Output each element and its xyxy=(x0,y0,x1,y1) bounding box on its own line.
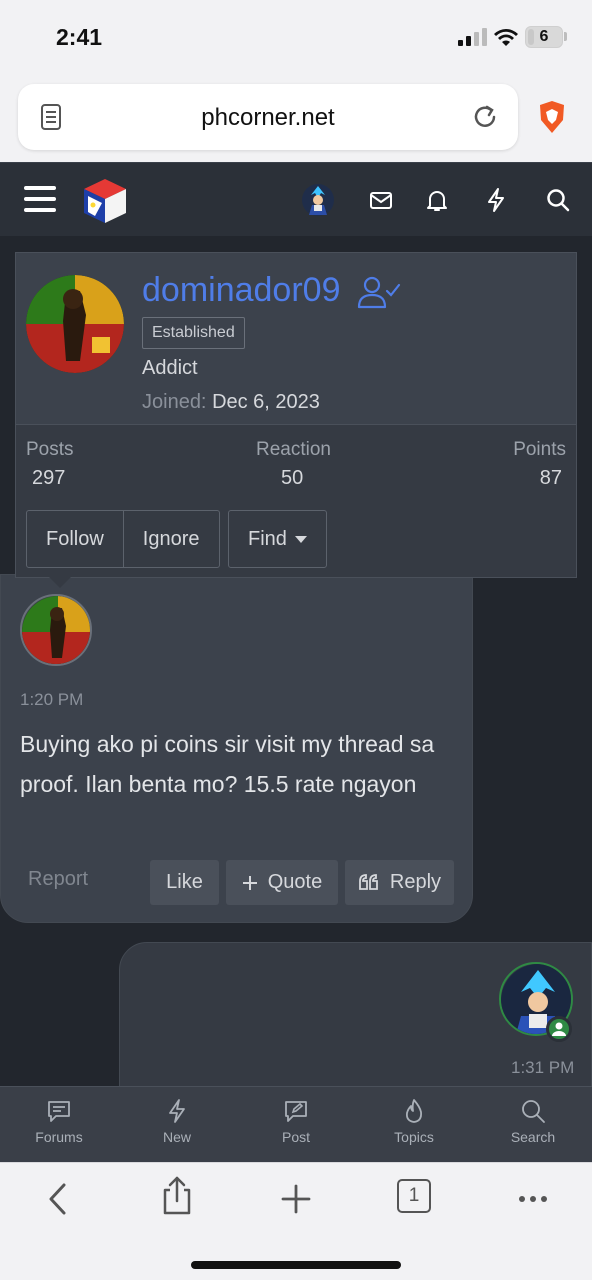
reply-button[interactable]: Reply xyxy=(345,860,454,905)
tabs-count: 1 xyxy=(408,1185,420,1206)
ignore-button[interactable]: Ignore xyxy=(122,511,219,567)
follow-ignore-group: Follow Ignore xyxy=(26,510,220,568)
member-username-link[interactable]: dominador09 xyxy=(142,271,340,310)
back-icon[interactable] xyxy=(41,1181,77,1217)
tab-new[interactable]: New xyxy=(118,1087,236,1163)
post-icon xyxy=(285,1101,307,1122)
find-label: Find xyxy=(248,528,287,550)
message-time: 1:31 PM xyxy=(511,1058,575,1077)
tab-topics[interactable]: Topics xyxy=(355,1087,473,1163)
like-label: Like xyxy=(166,871,203,893)
message-author-avatar[interactable] xyxy=(20,594,92,666)
address-bar[interactable]: phcorner.net xyxy=(18,84,518,150)
wifi-icon xyxy=(494,29,518,46)
member-avatar-image xyxy=(26,275,124,373)
forum-tab-bar: Forums New Post Topics Search xyxy=(0,1086,592,1162)
bell-icon[interactable] xyxy=(422,185,452,215)
member-tooltip-header: dominador09 Established Addict Joined: D… xyxy=(16,253,576,425)
url-text[interactable]: phcorner.net xyxy=(18,104,518,132)
tab-post-label: Post xyxy=(281,1129,310,1145)
stat-posts-label: Posts xyxy=(26,439,74,460)
user-online-icon xyxy=(552,1022,566,1036)
like-button[interactable]: Like xyxy=(150,860,219,905)
cellular-signal-icon xyxy=(458,28,487,46)
message-time: 1:20 PM xyxy=(20,690,84,709)
member-tooltip-card: dominador09 Established Addict Joined: D… xyxy=(15,252,577,578)
user-avatar-icon[interactable] xyxy=(301,183,335,217)
stat-points-value: 87 xyxy=(539,467,562,489)
search-icon xyxy=(522,1100,545,1123)
stat-points-label: Points xyxy=(513,439,566,460)
online-status-icon xyxy=(546,1016,572,1042)
quote-label: Quote xyxy=(267,871,323,893)
more-icon[interactable] xyxy=(515,1181,551,1217)
lightning-icon xyxy=(169,1099,185,1123)
tab-topics-label: Topics xyxy=(394,1129,434,1145)
find-button[interactable]: Find xyxy=(229,511,326,567)
tabs-button[interactable]: 1 xyxy=(397,1179,431,1213)
tab-forums-label: Forums xyxy=(35,1129,83,1145)
follow-button[interactable]: Follow xyxy=(27,511,123,567)
battery-level: 6 xyxy=(539,28,549,45)
joined-date: Dec 6, 2023 xyxy=(212,391,320,413)
home-indicator xyxy=(191,1261,401,1269)
brave-shield-icon[interactable] xyxy=(537,100,567,134)
reply-label: Reply xyxy=(389,871,442,893)
tab-search[interactable]: Search xyxy=(474,1087,592,1163)
find-menu: Find xyxy=(228,510,327,568)
member-joined: Joined: Dec 6, 2023 xyxy=(142,391,320,414)
message-text: Buying ako pi coins sir visit my thread … xyxy=(20,731,435,797)
tab-post[interactable]: Post xyxy=(237,1087,355,1163)
joined-label: Joined: xyxy=(142,391,207,413)
tab-search-label: Search xyxy=(510,1129,556,1145)
caret-down-icon xyxy=(294,536,307,544)
search-icon[interactable] xyxy=(543,185,573,215)
new-tab-plus-icon[interactable] xyxy=(278,1181,314,1217)
quote-button[interactable]: Quote xyxy=(226,860,338,905)
mail-icon[interactable] xyxy=(366,185,396,215)
established-badge: Established xyxy=(142,317,245,349)
quote-marks-icon xyxy=(359,874,378,890)
status-bar: 2:41 6 xyxy=(0,0,592,72)
whats-new-lightning-icon[interactable] xyxy=(481,185,511,215)
tooltip-arrow xyxy=(48,576,72,588)
status-time: 2:41 xyxy=(56,24,103,50)
site-logo[interactable] xyxy=(80,176,130,226)
member-avatar[interactable] xyxy=(26,275,124,373)
report-link[interactable]: Report xyxy=(28,868,88,891)
battery-icon: 6 xyxy=(525,26,563,48)
user-check-icon xyxy=(357,276,401,309)
battery-tip xyxy=(564,32,567,41)
reload-icon[interactable] xyxy=(472,104,498,130)
plus-icon xyxy=(242,876,257,890)
tab-new-label: New xyxy=(162,1129,191,1145)
forums-icon xyxy=(48,1101,70,1122)
stat-reaction-value: 50 xyxy=(281,467,304,489)
site-header xyxy=(0,162,592,236)
member-user-title: Addict xyxy=(142,357,198,379)
stat-posts-value[interactable]: 297 xyxy=(32,467,65,490)
fire-icon xyxy=(405,1099,423,1123)
stat-reaction-label: Reaction xyxy=(256,439,331,460)
share-icon[interactable] xyxy=(159,1175,195,1217)
tab-forums[interactable]: Forums xyxy=(0,1087,118,1163)
menu-icon[interactable] xyxy=(24,186,56,212)
